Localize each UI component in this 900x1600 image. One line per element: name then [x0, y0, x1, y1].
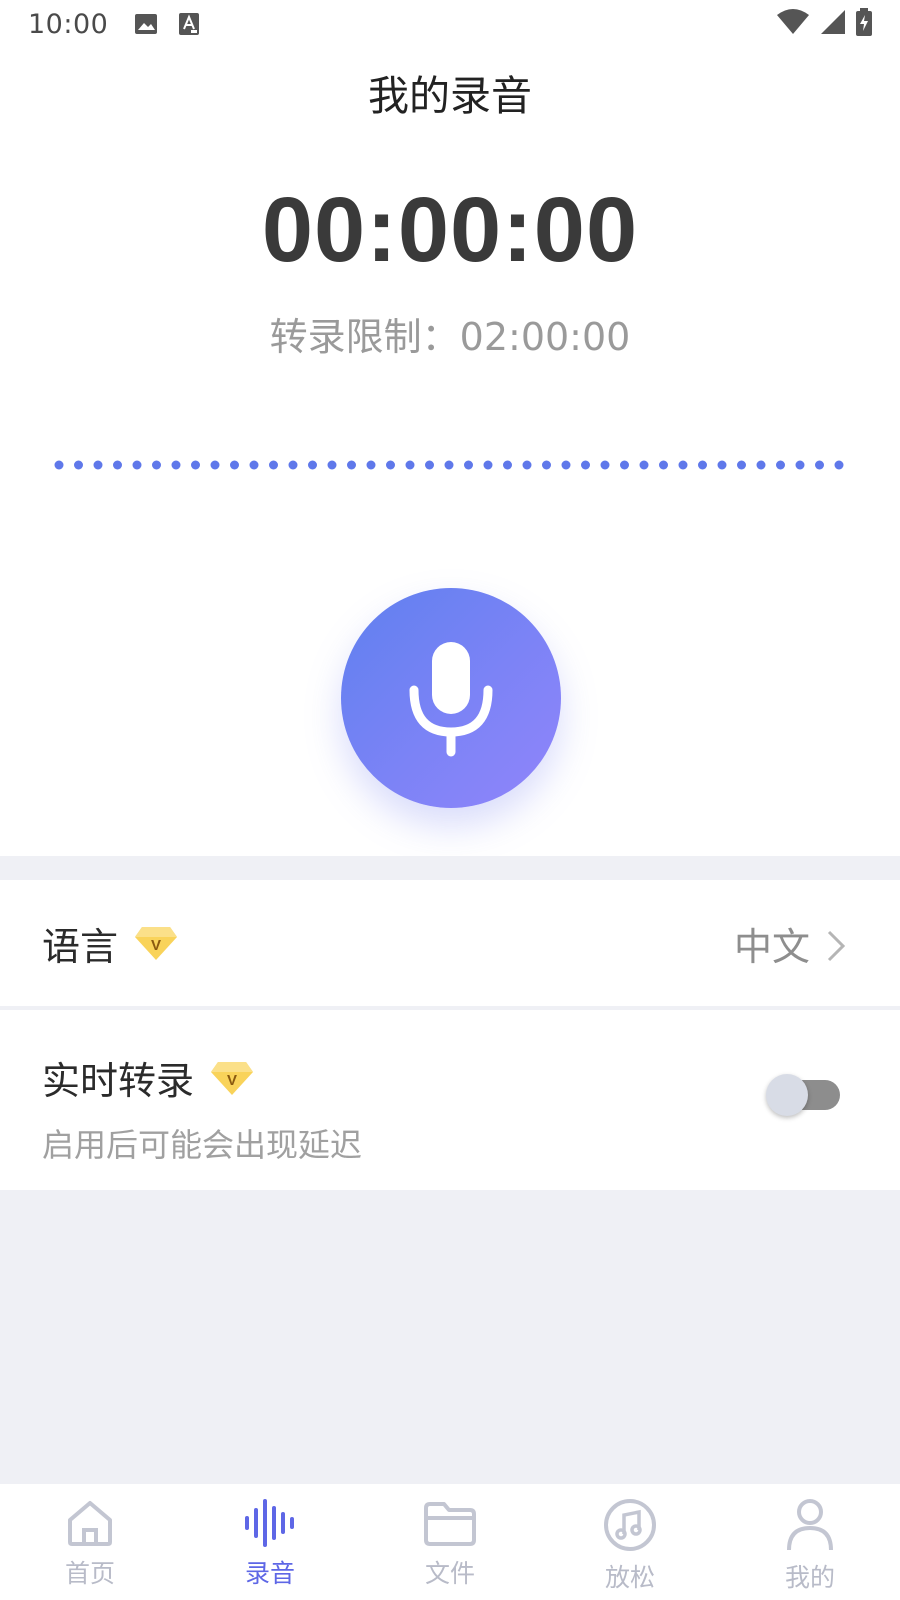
language-setting-row[interactable]: 语言 V 中文	[0, 880, 900, 1006]
realtime-transcription-row: 实时转录 V 启用后可能会出现延迟	[0, 1010, 900, 1190]
wave-dot	[483, 460, 493, 470]
wave-dot	[756, 460, 766, 470]
wave-dot	[600, 460, 610, 470]
music-note-icon	[604, 1499, 656, 1551]
nav-item-profile[interactable]: 我的	[720, 1484, 900, 1600]
empty-area	[0, 1190, 900, 1484]
wave-dot	[464, 460, 473, 470]
realtime-title-line: 实时转录 V	[42, 1050, 254, 1105]
wave-dot	[776, 460, 785, 470]
record-button[interactable]	[341, 588, 561, 808]
wave-dot	[74, 460, 83, 470]
nav-label: 我的	[784, 1563, 835, 1592]
wave-dot	[152, 460, 161, 470]
status-right-icons	[776, 8, 872, 36]
image-icon	[135, 14, 158, 34]
wave-dot	[522, 460, 532, 470]
wave-dot	[249, 460, 259, 470]
realtime-label: 实时转录	[42, 1059, 195, 1103]
wave-dot	[542, 460, 551, 470]
wave-dot	[327, 460, 337, 470]
wave-dot	[678, 460, 688, 470]
wave-dot	[191, 460, 200, 470]
realtime-subtitle: 启用后可能会出现延迟	[42, 1126, 363, 1164]
folder-icon	[424, 1502, 476, 1546]
wave-dot	[561, 460, 571, 470]
status-bar: 10:00	[0, 0, 900, 48]
waveform-icon	[245, 1499, 294, 1547]
battery-icon	[856, 8, 872, 36]
signal-icon	[821, 10, 845, 34]
transcription-limit: 转录限制：02:00:00	[269, 315, 631, 359]
language-label: 语言	[42, 924, 119, 969]
status-left-icons	[134, 12, 200, 36]
section-divider	[0, 856, 900, 880]
language-value: 中文	[733, 924, 810, 969]
nav-item-home[interactable]: 首页	[0, 1484, 180, 1600]
person-icon	[787, 1499, 833, 1551]
wave-dot	[210, 460, 220, 470]
microphone-icon	[409, 642, 493, 757]
toggle-knob	[766, 1074, 808, 1116]
vip-diamond-icon: V	[211, 1061, 254, 1095]
wave-dot	[795, 460, 805, 470]
wave-dot	[620, 460, 629, 470]
nav-item-files[interactable]: 文件	[360, 1484, 540, 1600]
vip-text: V	[151, 937, 161, 954]
wave-dot	[698, 460, 707, 470]
nav-item-relax[interactable]: 放松	[540, 1484, 720, 1600]
bottom-navigation: 首页 录音 文件 放松 我的	[0, 1484, 900, 1600]
nav-label: 放松	[604, 1563, 655, 1592]
wave-dot	[93, 460, 103, 470]
wave-dot	[834, 460, 844, 470]
wave-dot	[405, 460, 415, 470]
nav-label: 录音	[244, 1559, 295, 1588]
wave-dot	[288, 460, 298, 470]
wave-dot	[132, 460, 142, 470]
vip-diamond-icon: V	[135, 927, 178, 960]
wave-dot	[269, 460, 278, 470]
recording-timer: 00:00:00	[261, 179, 639, 281]
status-time: 10:00	[28, 8, 109, 40]
wave-dot	[347, 460, 356, 470]
wave-dot	[737, 460, 746, 470]
wave-dot	[308, 460, 317, 470]
nav-item-record[interactable]: 录音	[180, 1484, 360, 1600]
wave-dot	[503, 460, 512, 470]
wave-dot	[113, 460, 122, 470]
wave-dot	[815, 460, 824, 470]
wave-dot	[230, 460, 239, 470]
wave-dot	[425, 460, 434, 470]
wave-dot	[581, 460, 590, 470]
vip-text: V	[227, 1072, 237, 1089]
wave-dot	[639, 460, 649, 470]
nav-label: 首页	[64, 1559, 115, 1588]
wifi-icon	[777, 9, 809, 34]
nav-label: 文件	[424, 1559, 475, 1588]
chevron-right-icon	[827, 930, 846, 962]
wave-dot	[659, 460, 668, 470]
wave-dot	[386, 460, 395, 470]
home-icon	[68, 1501, 112, 1546]
waveform-dots	[54, 460, 844, 470]
wave-dot	[444, 460, 454, 470]
wave-dot	[366, 460, 376, 470]
page-title: 我的录音	[368, 72, 532, 120]
wave-dot	[717, 460, 727, 470]
realtime-toggle[interactable]	[766, 1074, 840, 1116]
wave-dot	[54, 460, 64, 470]
text-a-icon	[179, 13, 200, 35]
wave-dot	[171, 460, 181, 470]
